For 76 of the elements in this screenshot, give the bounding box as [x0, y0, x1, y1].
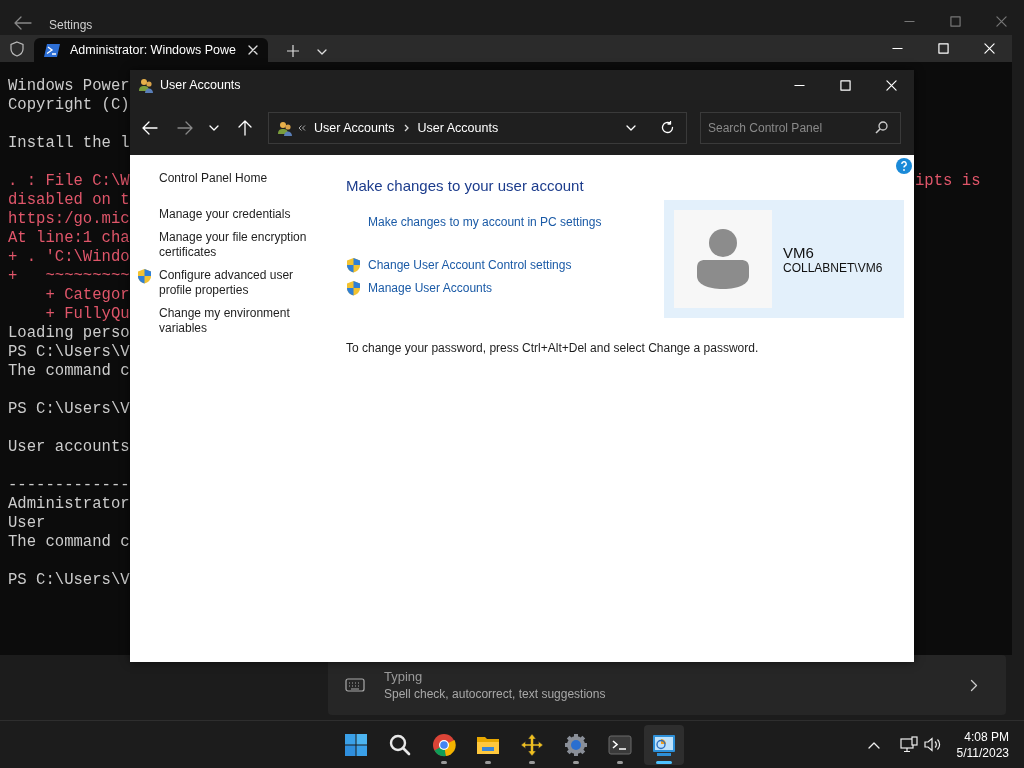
breadcrumb-item[interactable]: User Accounts — [314, 120, 395, 135]
dropdown-caret-icon[interactable] — [317, 49, 327, 55]
terminal-line: ------------- — [8, 476, 130, 495]
terminal-line: Install the l — [8, 134, 130, 153]
users-icon — [138, 77, 154, 93]
sidebar-link[interactable]: Manage your file encryption certificates — [159, 230, 319, 260]
page-heading: Make changes to your user account — [346, 177, 584, 194]
new-tab-icon[interactable] — [287, 45, 299, 57]
terminal-line: PS C:\Users\V — [8, 400, 130, 419]
task-link[interactable]: Change User Account Control settings — [368, 257, 572, 272]
terminal-line: PS C:\Users\V — [8, 343, 130, 362]
task-link[interactable]: Make changes to my account in PC settings — [368, 214, 602, 229]
password-note: To change your password, press Ctrl+Alt+Del and select Change a password. — [346, 341, 760, 355]
terminal-line: ipts is — [915, 172, 982, 191]
shield-icon — [346, 256, 361, 273]
speaker-icon[interactable] — [923, 737, 941, 752]
gear-icon[interactable] — [564, 732, 588, 757]
terminal-line: + Categor — [44, 286, 130, 305]
search-icon[interactable] — [875, 120, 888, 134]
arrows-cross-icon[interactable] — [520, 732, 544, 757]
chrome-icon[interactable] — [432, 732, 456, 757]
breadcrumb-item[interactable]: User Accounts — [417, 120, 499, 135]
terminal-line: Administrator — [8, 495, 130, 514]
refresh-icon[interactable] — [661, 121, 674, 134]
user-avatar-icon — [697, 229, 749, 289]
terminal-line: disabled on t — [8, 191, 130, 210]
keyboard-icon — [345, 678, 365, 692]
network-icon[interactable] — [899, 736, 918, 753]
terminal-line: At line:1 cha — [8, 229, 130, 248]
terminal-line: The command c — [8, 362, 130, 381]
sidebar-link[interactable]: Manage your credentials — [159, 207, 319, 222]
control-panel-icon[interactable] — [652, 732, 676, 757]
sidebar-link[interactable]: Configure advanced user profile properties — [159, 268, 319, 298]
shield-icon — [10, 41, 24, 57]
terminal-line: https:/go.mic — [8, 210, 130, 229]
window-title: Settings — [49, 18, 93, 32]
chevron-right-icon — [403, 123, 409, 132]
task-link[interactable]: Manage User Accounts — [368, 280, 493, 295]
account-name: VM6 — [783, 243, 815, 261]
terminal-line: + ~~~~~~~~~ — [8, 267, 130, 286]
terminal-line: User — [8, 514, 47, 533]
sidebar-link[interactable]: Change my environment variables — [159, 306, 319, 336]
close-icon[interactable] — [248, 45, 258, 55]
shield-icon — [137, 268, 152, 284]
terminal-line: User accounts — [8, 438, 130, 457]
card-subtitle: Spell check, autocorrect, text suggestions — [384, 687, 606, 701]
windows-logo-icon[interactable] — [344, 732, 368, 757]
sidebar-link[interactable]: Control Panel Home — [159, 171, 319, 186]
clock-date[interactable]: 5/11/2023 — [956, 744, 1009, 761]
double-chevron-icon[interactable] — [298, 124, 306, 131]
window-title: User Accounts — [160, 78, 241, 92]
up-arrow-icon[interactable] — [237, 119, 253, 136]
clock-time[interactable]: 4:08 PM — [964, 728, 1009, 745]
powershell-icon — [44, 43, 60, 57]
shield-icon — [346, 279, 361, 296]
terminal-line: Copyright (C) — [8, 96, 130, 115]
terminal-line: Windows Power — [8, 77, 130, 96]
terminal-line: PS C:\Users\V — [8, 571, 130, 590]
terminal-line: . : File C:\W — [8, 172, 130, 191]
address-bar[interactable]: User Accounts User Accounts — [268, 111, 687, 144]
chevron-up-icon[interactable] — [867, 740, 880, 749]
help-icon[interactable] — [896, 158, 912, 174]
terminal-line: + FullyQu — [44, 305, 130, 324]
taskbar-button[interactable] — [644, 724, 684, 765]
forward-arrow-icon[interactable] — [177, 119, 193, 136]
account-domain: COLLABNET\VM6 — [783, 260, 883, 275]
terminal-icon[interactable] — [608, 732, 632, 757]
search-icon[interactable] — [388, 732, 412, 757]
card-title: Typing — [384, 669, 424, 684]
users-icon — [277, 119, 293, 136]
terminal-line: Loading perso — [8, 324, 130, 343]
terminal-tab[interactable]: Administrator: Windows Powe — [34, 38, 268, 62]
chevron-right-icon — [970, 678, 978, 692]
search-field[interactable]: Search Control Panel — [700, 111, 901, 144]
terminal-line: + . 'C:\Windo — [8, 248, 130, 267]
terminal-line: The command c — [8, 533, 130, 552]
